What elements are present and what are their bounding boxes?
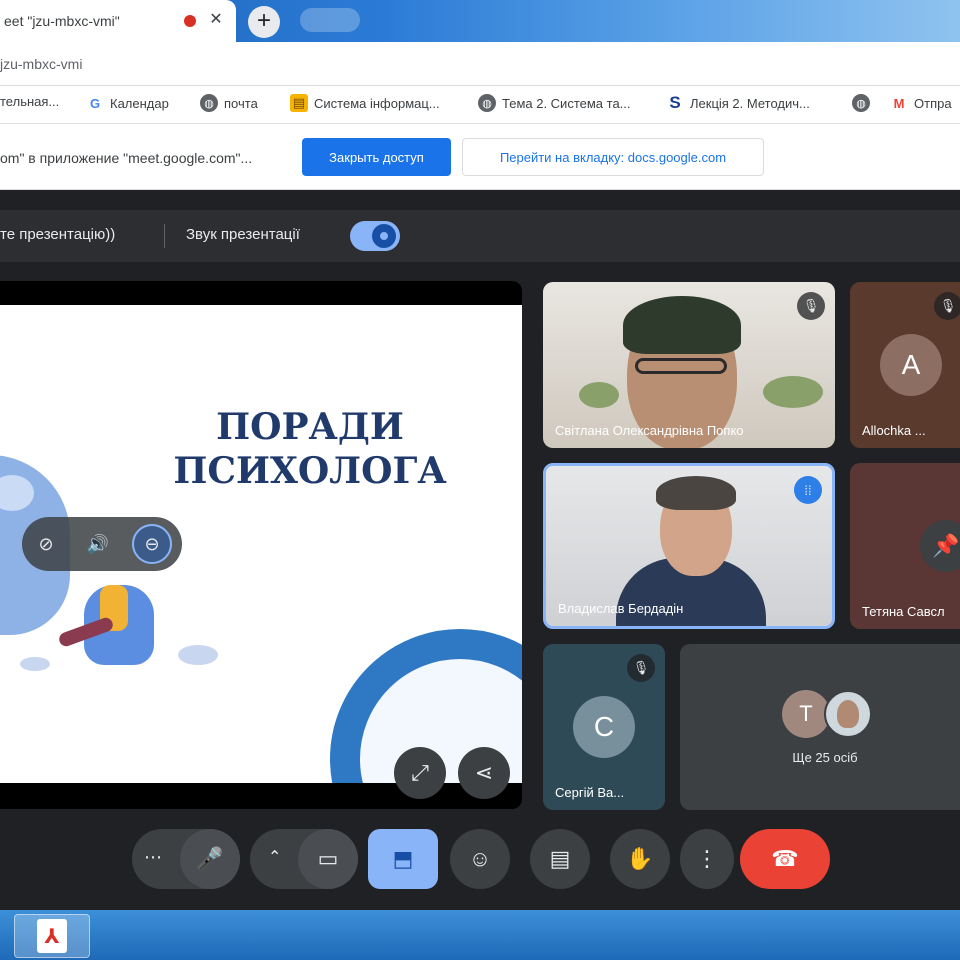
muted-mic-icon: 🎙: [934, 292, 960, 320]
more-participants-tile[interactable]: T Ще 25 осіб: [680, 644, 960, 810]
shelf-plant-decoration: [579, 382, 619, 408]
participant-tile[interactable]: 🎙 A Allochka ...: [850, 282, 960, 448]
bookmark-item-gmail[interactable]: M Отпра: [890, 94, 952, 112]
bookmark-item[interactable]: тельная...: [0, 94, 59, 109]
chevron-up-icon[interactable]: ⌃: [268, 847, 281, 867]
participant-hair: [656, 476, 736, 510]
bookmark-label: Тема 2. Система та...: [502, 95, 631, 111]
participant-tile[interactable]: 📌 Тетяна Савсл: [850, 463, 960, 629]
muted-mic-icon: 🎙: [797, 292, 825, 320]
taskbar-item-pdf[interactable]: ⅄: [14, 914, 90, 958]
close-access-button[interactable]: Закрыть доступ: [302, 138, 451, 176]
more-options-button[interactable]: ⋮: [680, 829, 734, 889]
slide-title: ПОРАДИ ПСИХОЛОГА: [150, 405, 470, 493]
bookmark-label: почта: [224, 95, 258, 111]
globe-icon: ◍: [852, 94, 870, 112]
fullscreen-icon[interactable]: ⤢: [394, 747, 446, 799]
bookmark-item-calendar[interactable]: G Календар: [86, 94, 169, 112]
unpin-icon[interactable]: ⊘: [26, 524, 66, 564]
plant-illustration: [20, 657, 50, 671]
google-icon: G: [89, 95, 101, 111]
end-call-button[interactable]: ☎: [740, 829, 830, 889]
address-bar[interactable]: jzu-mbxc-vmi: [0, 42, 960, 86]
present-screen-button[interactable]: ⬒: [368, 829, 438, 889]
avatar: T: [782, 690, 830, 738]
captions-button[interactable]: ▤: [530, 829, 590, 889]
bookmark-item-mail[interactable]: ◍ почта: [200, 94, 258, 112]
bookmarks-bar: тельная... G Календар ◍ почта ▤ Система …: [0, 86, 960, 124]
pdf-icon: ⅄: [37, 919, 67, 953]
globe-icon: ◍: [200, 94, 218, 112]
participant-name: Владислав Бердадін: [558, 601, 684, 616]
screen-share-infobar: om" в приложение "meet.google.com"... За…: [0, 124, 960, 190]
minimize-icon[interactable]: ⊖: [132, 524, 172, 564]
bookmark-item-extra[interactable]: ◍: [852, 94, 870, 112]
more-participants-label: Ще 25 осіб: [792, 750, 858, 765]
system-icon: ▤: [290, 94, 308, 112]
participant-name: Allochka ...: [862, 423, 926, 438]
avatar: A: [880, 334, 942, 396]
bookmark-label: тельная...: [0, 94, 60, 109]
participant-hair: [623, 296, 741, 354]
avatar: C: [573, 696, 635, 758]
presentation-hover-controls: ⊘ 🔊 ⊖: [22, 517, 182, 571]
participant-name: Тетяна Савсл: [862, 604, 945, 619]
browser-tab-strip: eet "jzu-mbxc-vmi" ✕ +: [0, 0, 960, 42]
participant-tile[interactable]: 🎙 C Сергій Ва...: [543, 644, 665, 810]
tab-close-icon[interactable]: ✕: [206, 10, 226, 30]
slide-title-line: ПОРАДИ: [216, 406, 404, 448]
recording-indicator-icon: [184, 15, 196, 27]
bookmark-item-topic[interactable]: ◍ Тема 2. Система та...: [478, 94, 631, 112]
more-options-icon[interactable]: ⋯: [144, 847, 162, 868]
presentation-bar: те презентацію)) Звук презентації: [0, 210, 960, 262]
gmail-icon: M: [893, 95, 905, 111]
speaking-indicator-icon: ⁞⁞: [794, 476, 822, 504]
plant-illustration: [178, 645, 218, 665]
microphone-button[interactable]: 🎤: [180, 829, 240, 889]
infobar-text: om" в приложение "meet.google.com"...: [0, 150, 253, 166]
raise-hand-button[interactable]: ✋: [610, 829, 670, 889]
go-to-tab-button[interactable]: Перейти на вкладку: docs.google.com: [462, 138, 764, 176]
bookmark-label: Система інформац...: [314, 95, 440, 111]
toggle-knob: [372, 224, 396, 248]
presentation-audio-label: Звук презентації: [186, 226, 300, 243]
bookmark-label: Календар: [110, 95, 169, 111]
tab-title: eet "jzu-mbxc-vmi": [4, 13, 120, 29]
participant-tile[interactable]: 🎙 Світлана Олександрівна Попко: [543, 282, 835, 448]
bookmark-label: Отпра: [914, 95, 952, 111]
emoji-reaction-button[interactable]: ☺: [450, 829, 510, 889]
bookmark-label: Лекція 2. Методич...: [690, 95, 810, 111]
divider: [164, 224, 165, 248]
camera-button[interactable]: ▭: [298, 829, 358, 889]
pin-icon[interactable]: 📌: [920, 520, 960, 572]
share-icon[interactable]: ⋖: [458, 747, 510, 799]
participant-tile-active-speaker[interactable]: ⁞⁞ Владислав Бердадін: [543, 463, 835, 629]
globe-icon: ◍: [478, 94, 496, 112]
presentation-status-label: те презентацію)): [0, 226, 116, 243]
camera-control-group: ⌃ ▭: [250, 829, 358, 889]
url-text[interactable]: jzu-mbxc-vmi: [0, 56, 82, 72]
participant-name: Світлана Олександрівна Попко: [555, 423, 744, 438]
presentation-audio-toggle[interactable]: [350, 221, 400, 251]
mic-control-group: ⋯ 🎤: [132, 829, 240, 889]
os-taskbar: ⅄: [0, 910, 960, 960]
shelf-plant-decoration: [763, 376, 823, 408]
avatar-photo: [824, 690, 872, 738]
bookmark-item-system[interactable]: ▤ Система інформац...: [290, 94, 440, 112]
browser-tab-meet[interactable]: eet "jzu-mbxc-vmi": [0, 0, 236, 42]
glasses-decoration: [635, 358, 727, 374]
participant-name: Сергій Ва...: [555, 785, 625, 800]
s-icon: S: [669, 93, 681, 112]
new-tab-button[interactable]: +: [248, 6, 280, 38]
muted-mic-icon: 🎙: [627, 654, 655, 682]
background-tab[interactable]: [300, 8, 360, 32]
slide-title-line: ПСИХОЛОГА: [173, 450, 447, 492]
bookmark-item-lecture[interactable]: S Лекція 2. Методич...: [666, 93, 810, 112]
volume-icon[interactable]: 🔊: [78, 524, 118, 564]
